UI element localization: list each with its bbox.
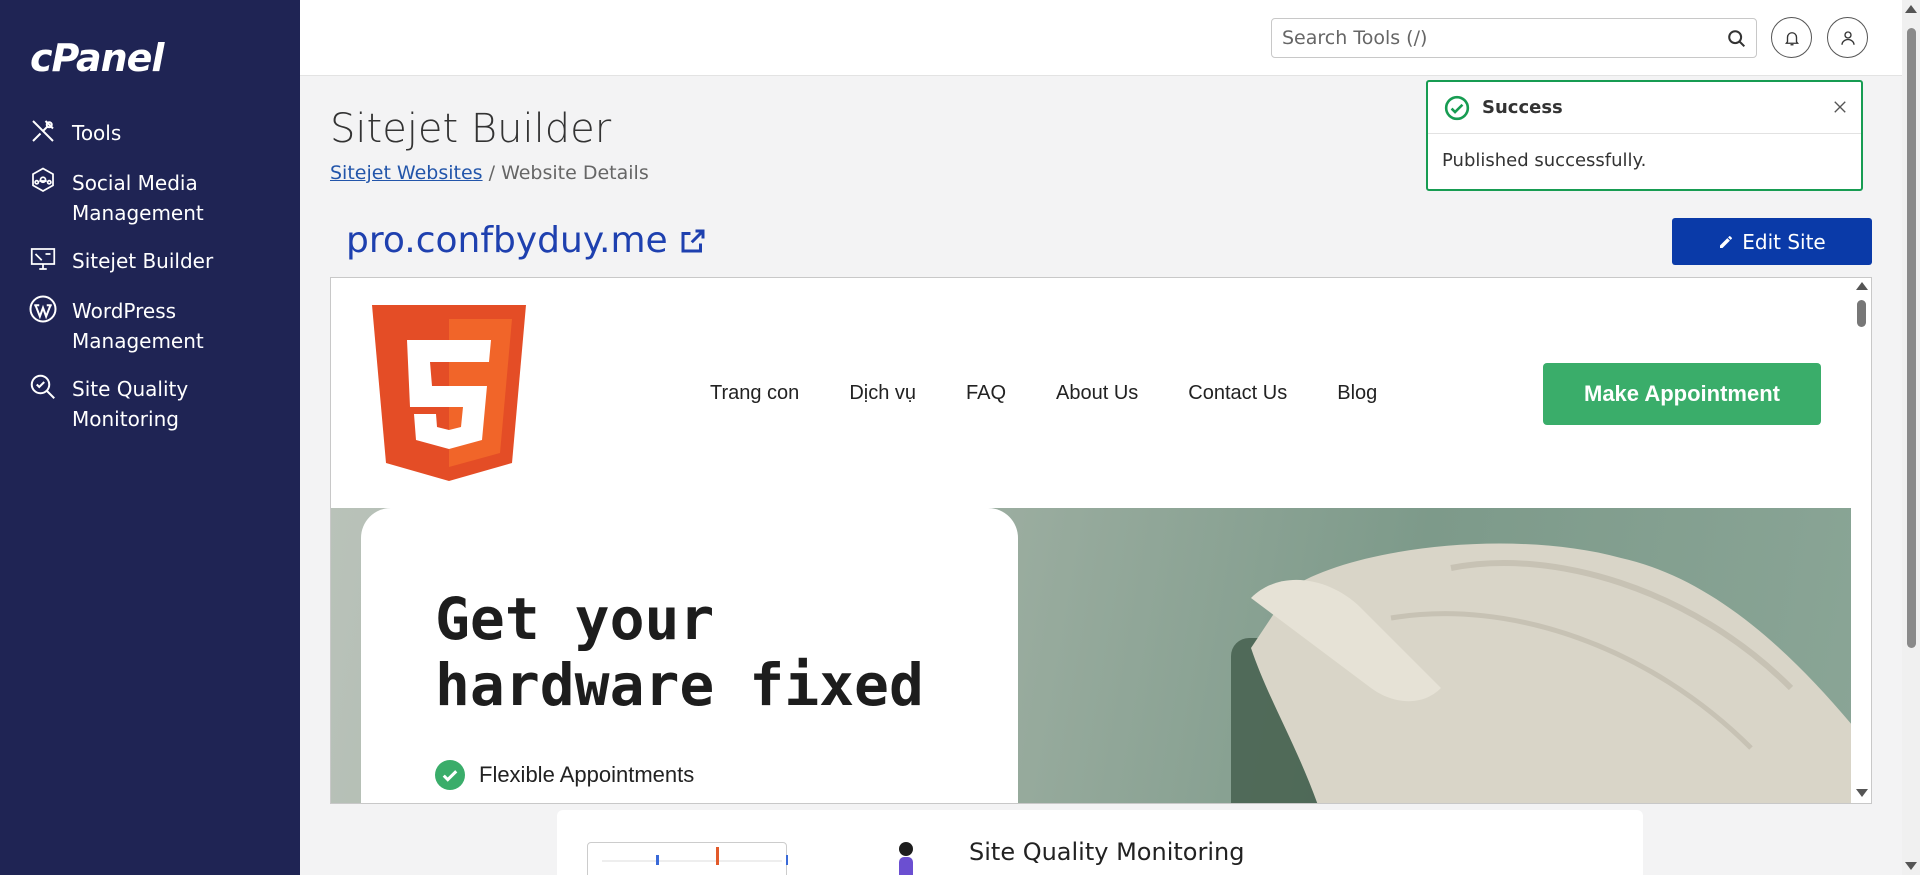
hand-on-phone-image: [1231, 543, 1852, 803]
window-scrollbar[interactable]: [1902, 0, 1920, 875]
scroll-up-arrow[interactable]: [1905, 5, 1917, 13]
preview-nav-item[interactable]: About Us: [1056, 382, 1138, 405]
breadcrumb: Sitejet Websites / Website Details: [330, 162, 649, 184]
hero-card: Get your hardware fixed Flexible Appoint…: [361, 508, 1018, 803]
breadcrumb-separator: /: [482, 162, 502, 184]
scroll-thumb[interactable]: [1907, 28, 1916, 648]
html5-logo-icon: [372, 305, 526, 481]
site-quality-card-title: Site Quality Monitoring: [969, 838, 1245, 866]
search-icon[interactable]: [1726, 28, 1748, 50]
sidebar-item-label: WordPress Management: [72, 299, 204, 353]
website-preview-frame[interactable]: Trang con Dịch vụ FAQ About Us Contact U…: [330, 277, 1872, 804]
hero-title-line: Get your: [435, 585, 715, 653]
hero-title-line: hardware fixed: [435, 651, 924, 719]
search-box[interactable]: [1271, 18, 1757, 58]
external-link-icon: [681, 229, 705, 252]
site-quality-chart-thumbnail: [587, 842, 789, 875]
close-icon[interactable]: [1831, 98, 1849, 116]
user-menu-button[interactable]: [1827, 17, 1868, 58]
scroll-down-arrow[interactable]: [1856, 789, 1868, 797]
preview-nav-item[interactable]: Contact Us: [1188, 382, 1287, 405]
toast-message: Published successfully.: [1442, 150, 1647, 171]
success-toast: Success Published successfully.: [1426, 80, 1863, 191]
person-illustration-icon: [899, 842, 913, 875]
top-header: [300, 0, 1902, 76]
sidebar-item-sitejet[interactable]: Sitejet Builder: [28, 246, 288, 278]
breadcrumb-link-sitejet-websites[interactable]: Sitejet Websites: [330, 162, 483, 184]
page-title: Sitejet Builder: [330, 106, 612, 152]
site-quality-icon: [28, 372, 62, 406]
preview-nav-item[interactable]: Dịch vụ: [849, 382, 916, 405]
check-circle-icon: [435, 760, 465, 790]
cpanel-logo[interactable]: cPanel: [30, 36, 164, 80]
preview-scrollbar[interactable]: [1851, 278, 1871, 803]
bell-icon: [1784, 31, 1799, 45]
preview-nav: Trang con Dịch vụ FAQ About Us Contact U…: [710, 382, 1427, 405]
scroll-down-arrow[interactable]: [1905, 862, 1917, 870]
preview-nav-item[interactable]: FAQ: [966, 382, 1006, 405]
toast-title: Success: [1482, 97, 1563, 118]
sidebar-item-label: Tools: [72, 121, 122, 145]
preview-nav-item[interactable]: Blog: [1337, 382, 1377, 405]
sidebar-item-wordpress[interactable]: WordPress Management: [28, 294, 288, 356]
hero-section: Get your hardware fixed Flexible Appoint…: [331, 508, 1852, 803]
site-url-link[interactable]: pro.confbyduy.me: [346, 220, 708, 261]
scroll-up-arrow[interactable]: [1856, 282, 1868, 290]
search-input[interactable]: [1272, 19, 1702, 57]
notifications-button[interactable]: [1771, 17, 1812, 58]
site-url-text: pro.confbyduy.me: [346, 220, 668, 261]
sidebar: cPanel Tools Social Media Management Sit…: [0, 0, 300, 875]
pencil-icon: [1720, 235, 1733, 248]
sidebar-nav: Tools Social Media Management Sitejet Bu…: [28, 118, 288, 452]
check-circle-icon: [1444, 95, 1470, 120]
sitejet-icon: [28, 244, 62, 278]
preview-nav-item[interactable]: Trang con: [710, 382, 799, 405]
chart-thumbnail-image: [602, 847, 789, 865]
make-appointment-button[interactable]: Make Appointment: [1543, 363, 1821, 425]
toast-header: Success: [1428, 82, 1861, 134]
edit-site-button[interactable]: Edit Site: [1672, 218, 1872, 265]
hero-title: Get your hardware fixed: [435, 586, 924, 718]
tools-icon: [28, 116, 62, 150]
breadcrumb-current: Website Details: [501, 162, 649, 184]
feature-bullet-text: Flexible Appointments: [479, 762, 695, 787]
sidebar-item-label: Sitejet Builder: [72, 249, 214, 273]
sidebar-item-label: Social Media Management: [72, 171, 204, 225]
sidebar-item-site-quality[interactable]: Site Quality Monitoring: [28, 374, 288, 434]
scroll-thumb[interactable]: [1857, 300, 1866, 327]
user-icon: [1840, 30, 1855, 45]
sidebar-item-tools[interactable]: Tools: [28, 118, 288, 150]
social-media-icon: [28, 166, 62, 200]
wordpress-icon: [28, 294, 62, 328]
sidebar-item-social-media[interactable]: Social Media Management: [28, 166, 288, 228]
edit-site-label: Edit Site: [1742, 229, 1826, 254]
sidebar-item-label: Site Quality Monitoring: [72, 377, 189, 431]
feature-bullet: Flexible Appointments: [435, 760, 694, 790]
